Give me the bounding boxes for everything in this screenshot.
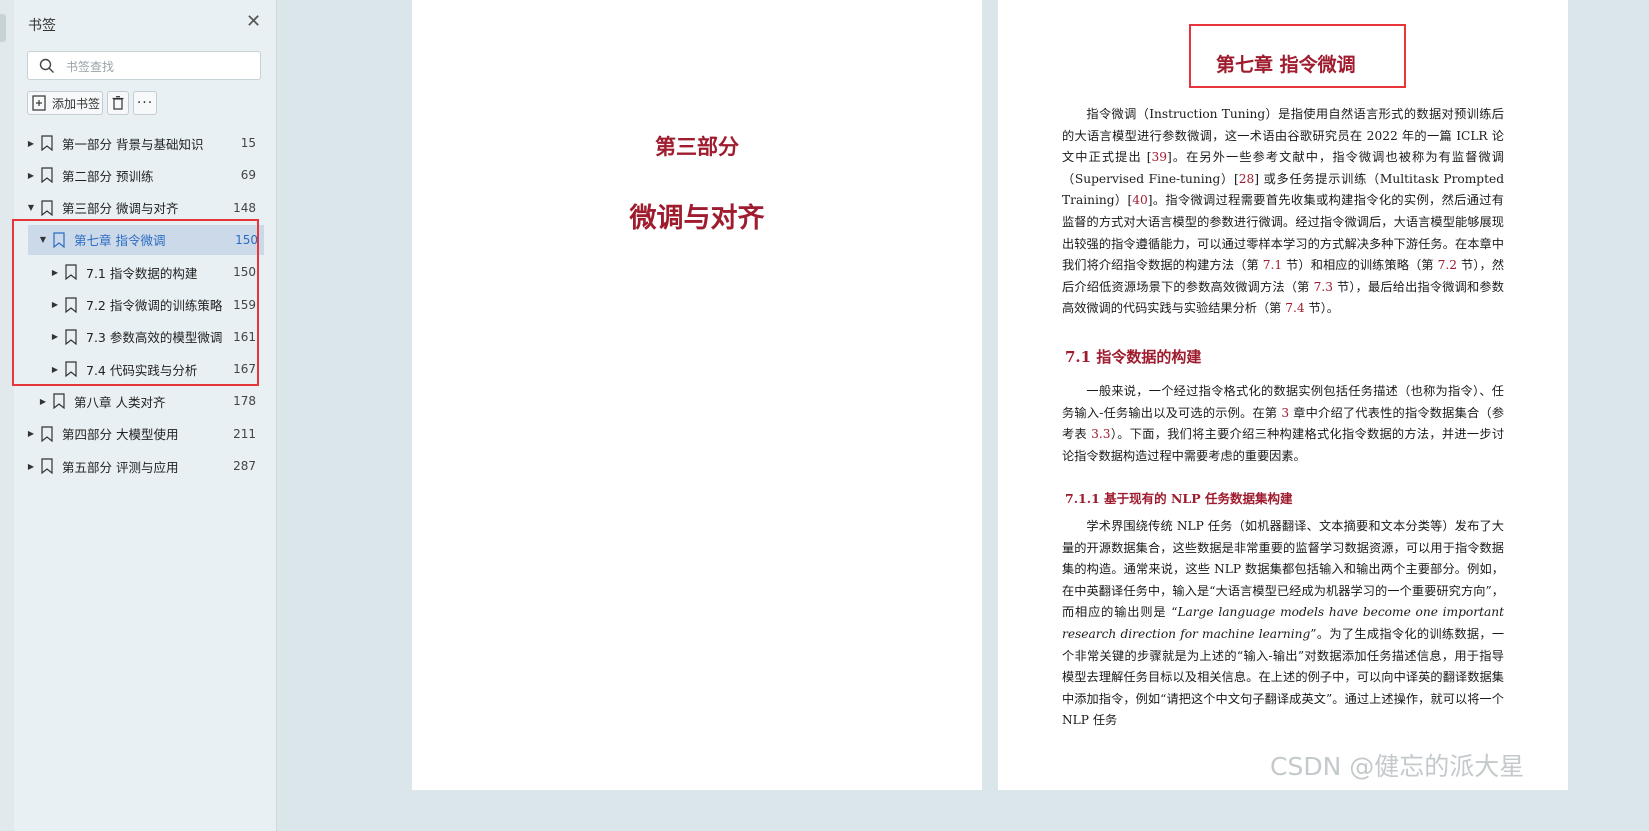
- section-paragraph: 一般来说，一个经过指令格式化的数据实例包括任务描述（也称为指令）、任务输入-任务…: [1062, 381, 1504, 467]
- bookmark-item[interactable]: ▶ 第八章 人类对齐 178: [14, 386, 276, 416]
- bookmark-sidebar: 书签 ✕ 添加书签 ··· ▶ 第一部分 背景与基础知识 15 ▶ 第二部分 预训练 69: [14, 0, 277, 831]
- bookmark-page-number: 178: [233, 394, 256, 409]
- bookmark-icon: [53, 232, 65, 248]
- document-page-left: 第三部分 微调与对齐: [412, 0, 982, 790]
- document-page-right: 第七章 指令微调 指令微调（Instruction Tuning）是指使用自然语…: [998, 0, 1568, 790]
- collapsed-arrow-icon[interactable]: ▶: [50, 300, 60, 309]
- bookmark-icon: [65, 361, 77, 378]
- reference-link[interactable]: 39: [1151, 150, 1167, 164]
- bookmark-label: 7.2 指令微调的训练策略: [86, 298, 223, 313]
- bookmark-icon: [65, 329, 77, 345]
- bookmark-label: 7.3 参数高效的模型微调: [86, 330, 223, 346]
- bookmark-item[interactable]: ▶ 第二部分 预训练 69: [14, 160, 276, 190]
- part-title: 微调与对齐: [629, 203, 765, 234]
- bookmark-label: 7.4 代码实践与分析: [86, 362, 198, 378]
- reference-link[interactable]: 7.3: [1314, 280, 1333, 294]
- collapsed-arrow-icon[interactable]: ▶: [26, 462, 36, 471]
- add-bookmark-icon: [32, 95, 46, 111]
- bookmark-label: 第三部分 微调与对齐: [62, 201, 179, 217]
- bookmark-page-number: 15: [240, 136, 256, 150]
- bookmark-icon: [41, 135, 53, 151]
- add-bookmark-label: 添加书签: [52, 96, 101, 111]
- subsection-title: 7.1.1 基于现有的 NLP 任务数据集构建: [1065, 491, 1293, 506]
- bookmark-icon: [41, 167, 53, 184]
- expanded-arrow-icon[interactable]: ▼: [38, 235, 48, 244]
- bookmark-icon: [65, 264, 77, 281]
- bookmark-item[interactable]: ▶ 7.2 指令微调的训练策略 159: [14, 290, 276, 320]
- bookmark-label: 第四部分 大模型使用: [62, 427, 179, 443]
- intro-paragraph: 指令微调（Instruction Tuning）是指使用自然语言形式的数据对预训…: [1062, 104, 1504, 320]
- bookmark-item[interactable]: ▶ 7.4 代码实践与分析 167: [14, 354, 276, 384]
- part-heading: 第三部分: [655, 134, 739, 159]
- bookmark-item[interactable]: ▼ 第三部分 微调与对齐 148: [14, 193, 276, 223]
- bookmark-item[interactable]: ▶ 7.1 指令数据的构建 150: [14, 257, 276, 287]
- bookmark-page-number: 150: [235, 232, 258, 247]
- bookmark-label: 第五部分 评测与应用: [62, 459, 179, 475]
- collapsed-arrow-icon[interactable]: ▶: [26, 429, 36, 438]
- bookmark-page-number: 161: [233, 329, 256, 344]
- bookmark-label: 第二部分 预训练: [62, 168, 154, 184]
- text-run: ”。为了生成指令化的训练数据，一个非常关键的步骤就是为上述的“输入-输出”对数据…: [1062, 626, 1505, 728]
- reference-link[interactable]: 3: [1281, 406, 1289, 420]
- expanded-arrow-icon[interactable]: ▼: [26, 203, 36, 212]
- bookmark-page-number: 148: [233, 200, 256, 215]
- delete-bookmark-button[interactable]: [107, 91, 129, 115]
- subsection-paragraph: 学术界围绕传统 NLP 任务（如机器翻译、文本摘要和文本分类等）发布了大量的开源…: [1062, 516, 1504, 732]
- watermark: CSDN @健忘的派大星: [1270, 752, 1525, 781]
- collapsed-arrow-icon[interactable]: ▶: [50, 332, 60, 341]
- bookmark-label: 第一部分 背景与基础知识: [62, 136, 204, 152]
- collapsed-arrow-icon[interactable]: ▶: [50, 268, 60, 277]
- bookmark-item[interactable]: ▶ 第五部分 评测与应用 287: [14, 451, 276, 481]
- add-bookmark-button[interactable]: 添加书签: [27, 91, 103, 115]
- more-options-button[interactable]: ···: [133, 91, 157, 115]
- bookmark-page-number: 69: [240, 168, 256, 183]
- bookmark-page-number: 150: [233, 265, 256, 280]
- bookmark-page-number: 287: [233, 459, 256, 473]
- bookmark-item[interactable]: ▼ 第七章 指令微调 150: [28, 224, 264, 255]
- bookmark-icon: [65, 296, 77, 313]
- bookmark-icon: [41, 199, 53, 216]
- collapsed-arrow-icon[interactable]: ▶: [38, 397, 48, 406]
- bookmark-label: 7.1 指令数据的构建: [86, 265, 198, 281]
- reference-link[interactable]: 40: [1132, 193, 1148, 207]
- trash-icon: [112, 96, 124, 110]
- bookmark-item[interactable]: ▶ 第一部分 背景与基础知识 15: [14, 128, 276, 158]
- bookmark-page-number: 211: [233, 426, 256, 441]
- reference-link[interactable]: 3.3: [1091, 427, 1110, 441]
- bookmark-page-number: 167: [233, 362, 256, 377]
- collapsed-arrow-icon[interactable]: ▶: [26, 139, 36, 148]
- text-run: ）。下面，我们将主要介绍三种构建格式化指令数据的方法，并进一步讨论指令数据构造过…: [1062, 427, 1505, 463]
- bookmark-icon: [41, 458, 53, 474]
- bookmark-icon: [41, 426, 53, 442]
- bookmark-label: 第八章 人类对齐: [74, 394, 166, 410]
- chapter-title: 第七章 指令微调: [1216, 54, 1356, 76]
- bookmark-item[interactable]: ▶ 第四部分 大模型使用 211: [14, 419, 276, 449]
- sidebar-title: 书签: [28, 18, 56, 34]
- search-input[interactable]: [64, 56, 258, 78]
- reference-link[interactable]: 28: [1239, 172, 1255, 186]
- bookmark-icon: [53, 393, 65, 410]
- bookmark-page-number: 159: [233, 297, 256, 312]
- section-title: 7.1 指令数据的构建: [1065, 348, 1202, 366]
- panel-toggle-tab[interactable]: [0, 14, 6, 42]
- left-edge-strip: [0, 0, 15, 831]
- collapsed-arrow-icon[interactable]: ▶: [26, 171, 36, 180]
- reference-link[interactable]: 7.4: [1285, 301, 1304, 315]
- reference-link[interactable]: 7.1: [1263, 258, 1282, 272]
- collapsed-arrow-icon[interactable]: ▶: [50, 365, 60, 374]
- bookmark-search: [27, 51, 261, 80]
- bookmark-label: 第七章 指令微调: [74, 233, 166, 249]
- reference-link[interactable]: 7.2: [1438, 258, 1457, 272]
- close-icon[interactable]: ✕: [246, 12, 261, 32]
- text-run: 节）和相应的训练策略（第: [1282, 258, 1438, 273]
- text-run: 节）。: [1304, 301, 1339, 316]
- search-icon: [39, 58, 54, 73]
- bookmark-item[interactable]: ▶ 7.3 参数高效的模型微调 161: [14, 322, 276, 352]
